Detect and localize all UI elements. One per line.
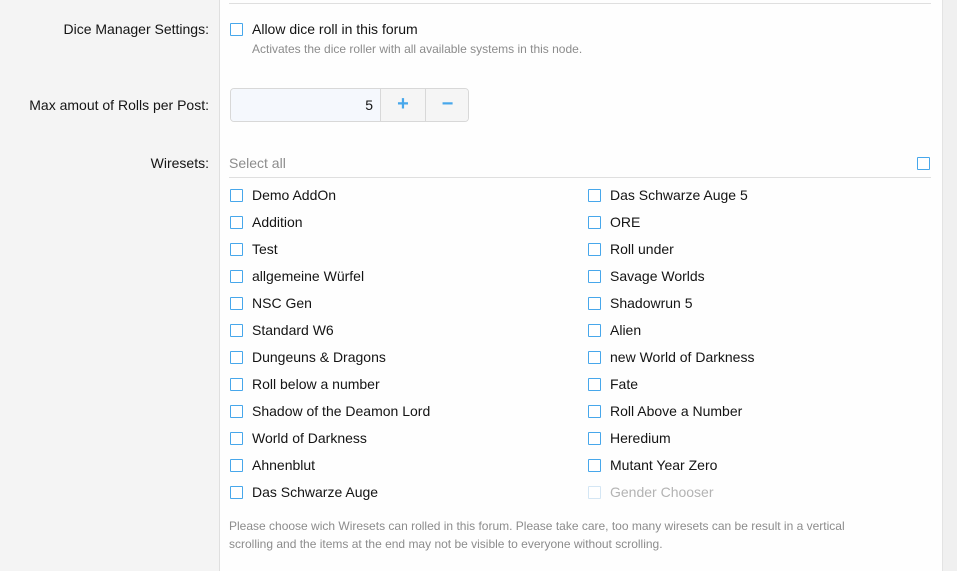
wireset-checkbox[interactable]	[588, 459, 601, 472]
wireset-option-label[interactable]: Shadow of the Deamon Lord	[252, 403, 430, 419]
wireset-option-label[interactable]: Heredium	[610, 430, 671, 446]
wireset-option-label[interactable]: Ahnenblut	[252, 457, 315, 473]
wireset-checkbox[interactable]	[230, 459, 243, 472]
wiresets-label: Wiresets:	[150, 155, 209, 171]
page-scrollbar[interactable]	[942, 0, 957, 571]
wireset-option-label[interactable]: Addition	[252, 214, 303, 230]
wireset-option-label[interactable]: Roll Above a Number	[610, 403, 742, 419]
wireset-option-label[interactable]: new World of Darkness	[610, 349, 754, 365]
wireset-checkbox[interactable]	[230, 486, 243, 499]
wireset-option-label[interactable]: Mutant Year Zero	[610, 457, 717, 473]
select-all-checkbox[interactable]	[917, 157, 930, 170]
max-rolls-input[interactable]: 5	[231, 89, 381, 121]
wireset-checkbox[interactable]	[588, 324, 601, 337]
wireset-option-label[interactable]: Fate	[610, 376, 638, 392]
wireset-checkbox[interactable]	[230, 405, 243, 418]
select-all-label[interactable]: Select all	[229, 155, 286, 171]
wireset-checkbox[interactable]	[230, 378, 243, 391]
wireset-checkbox[interactable]	[588, 351, 601, 364]
allow-dice-roll-hint: Activates the dice roller with all avail…	[252, 42, 583, 56]
wireset-checkbox[interactable]	[588, 297, 601, 310]
increment-button[interactable]: +	[381, 89, 426, 121]
wiresets-hint-line-1: Please choose wich Wiresets can rolled i…	[229, 519, 845, 533]
wireset-option-label[interactable]: Roll under	[610, 241, 674, 257]
allow-dice-roll-checkbox[interactable]	[230, 23, 243, 36]
wireset-checkbox[interactable]	[588, 405, 601, 418]
wireset-checkbox[interactable]	[230, 432, 243, 445]
divider	[229, 3, 931, 4]
wireset-option-label[interactable]: allgemeine Würfel	[252, 268, 364, 284]
wireset-checkbox[interactable]	[588, 243, 601, 256]
wireset-checkbox[interactable]	[588, 216, 601, 229]
wireset-option-label[interactable]: Standard W6	[252, 322, 334, 338]
wiresets-hint-line-2: scrolling and the items at the end may n…	[229, 537, 663, 551]
wireset-checkbox[interactable]	[230, 351, 243, 364]
wireset-checkbox[interactable]	[588, 270, 601, 283]
wireset-checkbox[interactable]	[230, 216, 243, 229]
wireset-option-label[interactable]: Das Schwarze Auge 5	[610, 187, 748, 203]
dice-manager-settings-label: Dice Manager Settings:	[63, 21, 209, 37]
wireset-option-label[interactable]: Dungeuns & Dragons	[252, 349, 386, 365]
wireset-checkbox[interactable]	[588, 378, 601, 391]
max-rolls-label: Max amout of Rolls per Post:	[29, 97, 209, 113]
wireset-option-label[interactable]: Roll below a number	[252, 376, 380, 392]
wireset-option-label[interactable]: Das Schwarze Auge	[252, 484, 378, 500]
wireset-checkbox[interactable]	[588, 189, 601, 202]
wireset-option-label[interactable]: Demo AddOn	[252, 187, 336, 203]
wireset-checkbox[interactable]	[230, 324, 243, 337]
wireset-option-label[interactable]: Shadowrun 5	[610, 295, 693, 311]
wireset-checkbox[interactable]	[230, 243, 243, 256]
wireset-checkbox[interactable]	[230, 297, 243, 310]
wireset-option-label: Gender Chooser	[610, 484, 714, 500]
max-rolls-stepper: 5 + −	[230, 88, 469, 122]
wireset-option-label[interactable]: ORE	[610, 214, 640, 230]
wireset-checkbox	[588, 486, 601, 499]
wireset-checkbox[interactable]	[230, 270, 243, 283]
wireset-option-label[interactable]: Test	[252, 241, 278, 257]
allow-dice-roll-label[interactable]: Allow dice roll in this forum	[252, 21, 418, 37]
wireset-option-label[interactable]: Alien	[610, 322, 641, 338]
wireset-option-label[interactable]: World of Darkness	[252, 430, 367, 446]
wireset-option-label[interactable]: NSC Gen	[252, 295, 312, 311]
label-column	[0, 0, 219, 571]
divider	[229, 177, 931, 178]
wireset-option-label[interactable]: Savage Worlds	[610, 268, 705, 284]
wireset-checkbox[interactable]	[588, 432, 601, 445]
decrement-button[interactable]: −	[426, 89, 468, 121]
wireset-checkbox[interactable]	[230, 189, 243, 202]
